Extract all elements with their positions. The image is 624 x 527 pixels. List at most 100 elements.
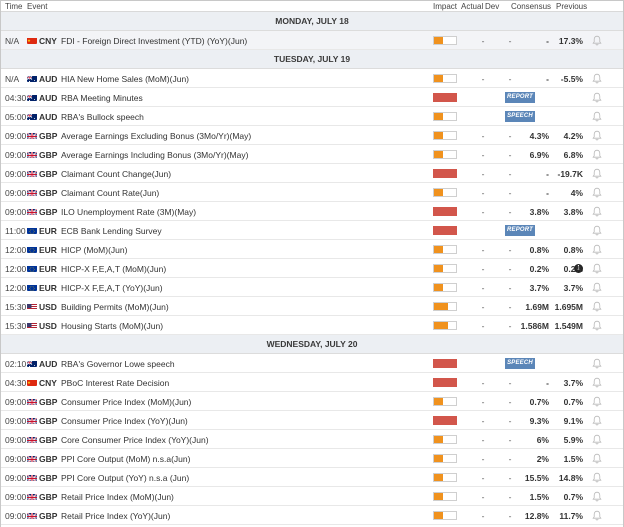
event-row[interactable]: 09:00 GBP Claimant Count Rate(Jun) - - - 4% (1, 183, 623, 202)
event-name[interactable]: Core Consumer Price Index (YoY)(Jun) (61, 435, 209, 445)
event-row[interactable]: N/A CNY FDI - Foreign Direct Investment (Y… (1, 31, 623, 50)
report-badge[interactable]: REPORT (505, 225, 535, 236)
event-row[interactable]: 09:00 GBP PPI Core Output (MoM) n.s.a(Jun)… (1, 449, 623, 468)
event-name[interactable]: Retail Price Index (MoM)(Jun) (61, 492, 174, 502)
bell-icon[interactable] (592, 491, 602, 502)
bell-icon[interactable] (592, 263, 602, 274)
event-row[interactable]: 09:00 GBP Retail Price Index (MoM)(Jun) - - 1… (1, 487, 623, 506)
event-name[interactable]: ILO Unemployment Rate (3M)(May) (61, 207, 196, 217)
bell-icon[interactable] (592, 225, 602, 236)
event-name[interactable]: PPI Core Output (MoM) n.s.a(Jun) (61, 454, 190, 464)
event-deviation: - (508, 207, 512, 217)
speech-badge[interactable]: SPEECH (505, 111, 535, 122)
bell-icon[interactable] (592, 282, 602, 293)
event-name[interactable]: ECB Bank Lending Survey (61, 226, 162, 236)
event-name[interactable]: HICP-X F,E,A,T (MoM)(Jun) (61, 264, 166, 274)
header-consensus[interactable]: Consensus (511, 2, 551, 11)
bell-icon[interactable] (592, 453, 602, 464)
event-name[interactable]: PBoC Interest Rate Decision (61, 378, 169, 388)
event-name[interactable]: Consumer Price Index (YoY)(Jun) (61, 416, 188, 426)
event-name[interactable]: FDI - Foreign Direct Investment (YTD) (Y… (61, 36, 247, 46)
event-row[interactable]: 15:30 USD Housing Starts (MoM)(Jun) - -1.586… (1, 316, 623, 335)
event-actual: - (481, 435, 485, 445)
event-name[interactable]: Claimant Count Change(Jun) (61, 169, 171, 179)
event-row[interactable]: 09:00 GBP Retail Price Index (YoY)(Jun) - - 1… (1, 506, 623, 525)
header-impact[interactable]: Impact (433, 2, 457, 11)
bell-icon[interactable] (592, 149, 602, 160)
event-name[interactable]: Building Permits (MoM)(Jun) (61, 302, 169, 312)
event-row[interactable]: 02:10 AUD RBA's Governor Lowe speech SPEECH (1, 354, 623, 373)
impact-indicator (433, 435, 457, 444)
bell-icon[interactable] (592, 358, 602, 369)
event-name[interactable]: Average Earnings Including Bonus (3Mo/Yr… (61, 150, 248, 160)
event-time: 12:00 (5, 264, 27, 274)
event-time: 04:30 (5, 378, 27, 388)
bell-icon[interactable] (592, 320, 602, 331)
event-row[interactable]: 09:00 GBP Consumer Price Index (MoM)(Jun) -… (1, 392, 623, 411)
event-name[interactable]: Retail Price Index (YoY)(Jun) (61, 511, 170, 521)
event-row[interactable]: 09:00 GBP Consumer Price Index (YoY)(Jun) -… (1, 411, 623, 430)
event-name[interactable]: RBA's Governor Lowe speech (61, 359, 175, 369)
header-dev[interactable]: Dev (485, 2, 499, 11)
bell-icon[interactable] (592, 206, 602, 217)
event-consensus: 6% (536, 435, 549, 445)
event-row[interactable]: 12:00 EUR HICP-X F,E,A,T (MoM)(Jun) - -0.2% i… (1, 259, 623, 278)
event-previous: 11.7% (559, 511, 583, 521)
speech-badge[interactable]: SPEECH (505, 358, 535, 369)
header-time[interactable]: Time (5, 2, 22, 11)
event-row[interactable]: 15:30 USD Building Permits (MoM)(Jun) - - 1.6… (1, 297, 623, 316)
bell-icon[interactable] (592, 396, 602, 407)
impact-indicator (433, 283, 457, 292)
impact-indicator (433, 492, 457, 501)
event-currency: AUD (39, 112, 58, 122)
bell-icon[interactable] (592, 130, 602, 141)
event-actual: - (481, 416, 485, 426)
event-row[interactable]: 05:00 AUD RBA's Bullock speech SPEECH (1, 107, 623, 126)
event-name[interactable]: HIA New Home Sales (MoM)(Jun) (61, 74, 189, 84)
event-row[interactable]: 04:30 CNY PBoC Interest Rate Decision - - - 3.… (1, 373, 623, 392)
header-actual[interactable]: Actual (461, 2, 483, 11)
event-row[interactable]: 09:00 GBP PPI Core Output (YoY) n.s.a (Jun… (1, 468, 623, 487)
event-row[interactable]: 12:00 EUR HICP-X F,E,A,T (YoY)(Jun) - - 3.7% 3… (1, 278, 623, 297)
bell-icon[interactable] (592, 111, 602, 122)
bell-icon[interactable] (592, 244, 602, 255)
bell-icon[interactable] (592, 73, 602, 84)
bell-icon[interactable] (592, 168, 602, 179)
bell-icon[interactable] (592, 472, 602, 483)
event-name[interactable]: HICP-X F,E,A,T (YoY)(Jun) (61, 283, 163, 293)
event-row[interactable]: 09:00 GBP Average Earnings Including Bonus… (1, 145, 623, 164)
bell-icon[interactable] (592, 434, 602, 445)
bell-icon[interactable] (592, 415, 602, 426)
event-previous: 0.7% (563, 397, 583, 407)
header-event[interactable]: Event (27, 2, 47, 11)
event-row[interactable]: 04:30 AUD RBA Meeting Minutes REPORT (1, 88, 623, 107)
event-row[interactable]: 09:00 GBP Core Consumer Price Index (YoY)(… (1, 430, 623, 449)
day-header: TUESDAY, JULY 19 (1, 50, 623, 69)
event-row[interactable]: 09:00 GBP Claimant Count Change(Jun) - - - -19… (1, 164, 623, 183)
event-name[interactable]: PPI Core Output (YoY) n.s.a (Jun) (61, 473, 189, 483)
event-row[interactable]: 09:00 GBP ILO Unemployment Rate (3M)(May) -… (1, 202, 623, 221)
bell-icon[interactable] (592, 187, 602, 198)
bell-icon[interactable] (592, 301, 602, 312)
bell-icon[interactable] (592, 92, 602, 103)
australia-flag-icon (27, 360, 37, 367)
event-name[interactable]: Average Earnings Excluding Bonus (3Mo/Yr… (61, 131, 251, 141)
bell-icon[interactable] (592, 35, 602, 46)
event-row[interactable]: 09:00 GBP Average Earnings Excluding Bonus… (1, 126, 623, 145)
event-name[interactable]: RBA Meeting Minutes (61, 93, 143, 103)
impact-indicator (433, 93, 457, 102)
event-actual: - (481, 454, 485, 464)
event-name[interactable]: Claimant Count Rate(Jun) (61, 188, 159, 198)
event-row[interactable]: 12:00 EUR HICP (MoM)(Jun) - - 0.8% 0.8% (1, 240, 623, 259)
bell-icon[interactable] (592, 377, 602, 388)
header-previous[interactable]: Previous (556, 2, 587, 11)
event-name[interactable]: Consumer Price Index (MoM)(Jun) (61, 397, 191, 407)
bell-icon[interactable] (592, 510, 602, 521)
impact-indicator (433, 245, 457, 254)
event-name[interactable]: HICP (MoM)(Jun) (61, 245, 127, 255)
event-name[interactable]: RBA's Bullock speech (61, 112, 144, 122)
event-row[interactable]: 11:00 EUR ECB Bank Lending Survey REPORT (1, 221, 623, 240)
event-name[interactable]: Housing Starts (MoM)(Jun) (61, 321, 163, 331)
event-row[interactable]: N/A AUD HIA New Home Sales (MoM)(Jun) - - - -5… (1, 69, 623, 88)
report-badge[interactable]: REPORT (505, 92, 535, 103)
